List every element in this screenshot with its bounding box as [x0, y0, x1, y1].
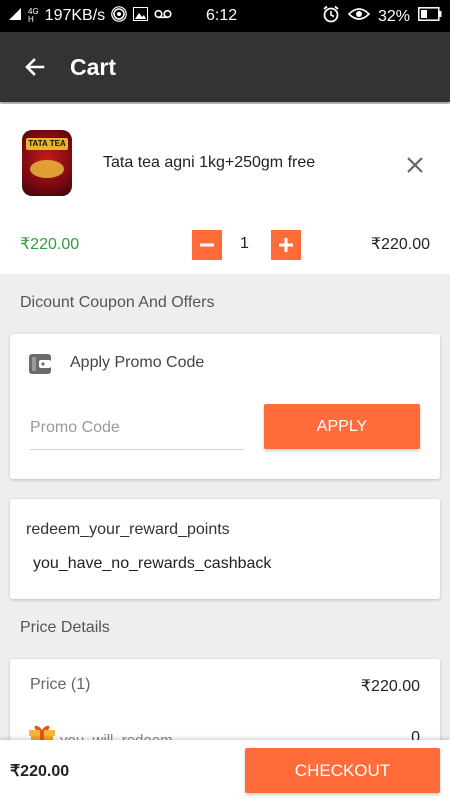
- network-type: 4G H: [28, 8, 39, 24]
- bottom-total: ₹220.00: [10, 763, 70, 780]
- status-time: 6:12: [206, 7, 238, 24]
- promo-code-card: Apply Promo Code APPLY: [10, 334, 440, 479]
- bottom-bar: ₹220.00 CHECKOUT: [0, 740, 450, 800]
- page-title: Cart: [70, 53, 117, 80]
- image-icon: [133, 6, 149, 26]
- wallet-icon: [28, 353, 52, 375]
- rewards-card: redeem_your_reward_points you_have_no_re…: [10, 499, 440, 599]
- app-bar: Cart: [0, 32, 450, 102]
- plus-icon: [279, 238, 293, 252]
- increase-quantity-button[interactable]: [271, 230, 301, 260]
- eye-icon: [347, 7, 371, 26]
- close-icon: [407, 157, 423, 173]
- product-image[interactable]: TATA TEA: [22, 130, 72, 196]
- decrease-quantity-button[interactable]: [192, 230, 222, 260]
- back-button[interactable]: [0, 32, 70, 102]
- product-image-brand: TATA TEA: [26, 138, 68, 150]
- remove-item-button[interactable]: [404, 154, 426, 176]
- checkout-button[interactable]: CHECKOUT: [245, 748, 440, 793]
- battery-percent: 32%: [377, 7, 410, 25]
- price-value: ₹220.00: [360, 678, 420, 695]
- quantity-value: 1: [240, 235, 249, 252]
- cart-item-card: TATA TEA Tata tea agni 1kg+250gm free ₹2…: [0, 104, 450, 274]
- wifi-hotspot-icon: [111, 5, 127, 27]
- rewards-title: redeem_your_reward_points: [26, 521, 230, 538]
- voicemail-icon: [154, 7, 172, 25]
- apply-button[interactable]: APPLY: [264, 404, 420, 449]
- battery-icon: [418, 7, 442, 26]
- network-sub-label: H: [28, 15, 34, 24]
- price-label: Price (1): [30, 676, 91, 693]
- promo-code-input[interactable]: [30, 406, 244, 450]
- network-speed: 197KB/s: [44, 7, 106, 24]
- rewards-message: you_have_no_rewards_cashback: [33, 555, 272, 572]
- product-image-band: [30, 160, 64, 178]
- item-total: ₹220.00: [370, 236, 430, 253]
- signal-icon: [8, 7, 22, 26]
- arrow-left-icon: [25, 58, 45, 76]
- minus-icon: [200, 243, 214, 247]
- alarm-icon: [322, 5, 340, 28]
- coupon-section-heading: Dicount Coupon And Offers: [20, 294, 215, 311]
- price-details-heading: Price Details: [20, 619, 110, 636]
- product-name: Tata tea agni 1kg+250gm free: [103, 154, 316, 171]
- promo-title: Apply Promo Code: [70, 354, 205, 371]
- status-right: 32%: [322, 5, 442, 28]
- status-bar: 4G H 197KB/s 6:12 32%: [0, 0, 450, 32]
- status-left: 4G H 197KB/s: [8, 5, 172, 27]
- unit-price: ₹220.00: [20, 236, 80, 253]
